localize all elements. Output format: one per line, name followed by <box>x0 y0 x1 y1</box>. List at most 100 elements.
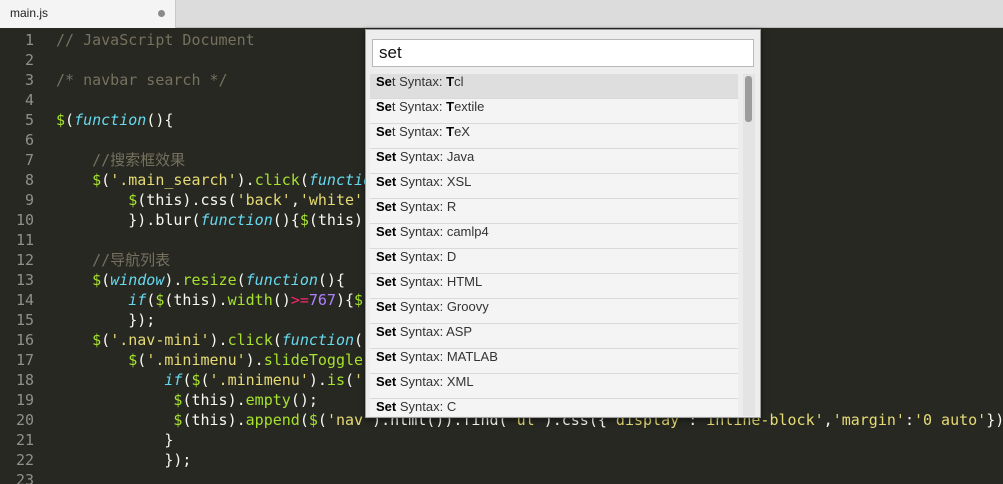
code-token: $ <box>354 291 364 309</box>
match-highlight: Set <box>376 324 397 339</box>
command-result-item[interactable]: Set Syntax: R <box>370 199 738 224</box>
line-number: 23 <box>15 471 34 484</box>
match-highlight: T <box>446 99 455 114</box>
code-token: () <box>272 291 291 309</box>
code-token: empty <box>245 391 291 409</box>
line-number: 13 <box>15 271 34 289</box>
scrollbar-thumb[interactable] <box>745 76 752 122</box>
match-highlight: Set <box>376 399 397 414</box>
match-highlight: Se <box>376 74 392 89</box>
code-token: (){ <box>317 271 345 289</box>
code-token: function <box>74 111 147 129</box>
command-result-item[interactable]: Set Syntax: XML <box>370 374 738 399</box>
code-token: '.nav-mini' <box>110 331 210 349</box>
match-highlight: Set <box>376 174 397 189</box>
code-text: // JavaScript Document <box>56 30 255 50</box>
command-palette: Set Syntax: TclSet Syntax: TextileSet Sy… <box>365 29 761 418</box>
code-text: /* navbar search */ <box>56 70 228 90</box>
code-token: }); <box>56 451 192 469</box>
result-text: Syntax: MATLAB <box>396 349 498 364</box>
line-number: 19 <box>15 391 34 409</box>
command-result-item[interactable]: Set Syntax: camlp4 <box>370 224 738 249</box>
line-number: 18 <box>15 371 34 389</box>
command-result-item[interactable]: Set Syntax: D <box>370 249 738 274</box>
code-token: ( <box>200 371 210 389</box>
code-token: 767 <box>308 291 336 309</box>
result-text: extile <box>454 99 485 114</box>
command-result-item[interactable]: Set Syntax: XSL <box>370 174 738 199</box>
line-number: 11 <box>15 231 34 249</box>
command-result-item[interactable]: Set Syntax: HTML <box>370 274 738 299</box>
code-token: '.minimenu' <box>146 351 246 369</box>
unsaved-dot-icon[interactable] <box>158 10 165 17</box>
command-result-item[interactable]: Set Syntax: Java <box>370 149 738 174</box>
code-token: is <box>326 371 345 389</box>
match-highlight: Set <box>376 249 397 264</box>
code-token: $ <box>308 411 318 429</box>
result-text: Syntax: C <box>396 399 457 414</box>
code-line[interactable]: 23 <box>0 470 1003 484</box>
result-text: Syntax: ASP <box>396 324 473 339</box>
code-token: ( <box>146 291 156 309</box>
result-text: t Syntax: <box>391 124 447 139</box>
code-token: '0 auto' <box>913 411 987 429</box>
command-result-item[interactable]: Set Syntax: C <box>370 399 738 416</box>
match-highlight: T <box>446 124 455 139</box>
code-text: }); <box>56 310 155 330</box>
code-token: ){ <box>335 291 355 309</box>
code-token: (this). <box>182 391 246 409</box>
code-text: if($('.minimenu').is(' <box>56 370 363 390</box>
command-result-item[interactable]: Set Syntax: TeX <box>370 124 738 149</box>
command-result-item[interactable]: Set Syntax: Groovy <box>370 299 738 324</box>
line-number: 8 <box>24 171 34 189</box>
code-line[interactable]: 22 }); <box>0 450 1003 470</box>
code-token: ( <box>101 271 111 289</box>
code-token: (this).css( <box>137 191 237 209</box>
code-line[interactable]: 21 } <box>0 430 1003 450</box>
code-token: $ <box>191 371 201 389</box>
code-token: }); <box>56 311 156 329</box>
code-token: $ <box>56 111 66 129</box>
code-token: $ <box>92 271 102 289</box>
code-token: , <box>290 191 300 209</box>
command-results-list[interactable]: Set Syntax: Tcl Set Syntax: Textile Set Sy… <box>370 74 738 416</box>
command-result-item[interactable]: Set Syntax: Tcl <box>370 74 738 99</box>
line-number: 2 <box>24 51 34 69</box>
code-token: resize <box>182 271 237 289</box>
result-text: Syntax: D <box>396 249 457 264</box>
code-token: ). <box>245 351 264 369</box>
command-result-item[interactable]: Set Syntax: Textile <box>370 99 738 124</box>
line-number: 21 <box>15 431 34 449</box>
code-text: $('.main_search').click(function(){ <box>56 170 408 190</box>
line-number: 22 <box>15 451 34 469</box>
code-token: function <box>245 271 318 289</box>
command-result-item[interactable]: Set Syntax: MATLAB <box>370 349 738 374</box>
code-token: ( <box>236 271 246 289</box>
code-token: ). <box>308 371 327 389</box>
command-result-item[interactable]: Set Syntax: ASP <box>370 324 738 349</box>
result-text: eX <box>454 124 470 139</box>
code-token: (this). <box>164 291 228 309</box>
results-scrollbar[interactable] <box>743 74 755 416</box>
tab-bar: main.js <box>0 0 1003 28</box>
tab-main-js[interactable]: main.js <box>0 0 176 28</box>
line-number: 3 <box>24 71 34 89</box>
code-token: (){ <box>146 111 174 129</box>
code-token: /* navbar search */ <box>56 71 228 89</box>
code-text: }); <box>56 450 191 470</box>
code-token: : <box>904 411 914 429</box>
code-token: 'margin' <box>832 411 905 429</box>
command-palette-input[interactable] <box>372 39 754 67</box>
code-token: >= <box>290 291 309 309</box>
code-token: //导航列表 <box>92 251 171 269</box>
match-highlight: Set <box>376 274 397 289</box>
code-token: 'white' <box>299 191 364 209</box>
line-number: 7 <box>24 151 34 169</box>
code-text: $(this).empty(); <box>56 390 318 410</box>
